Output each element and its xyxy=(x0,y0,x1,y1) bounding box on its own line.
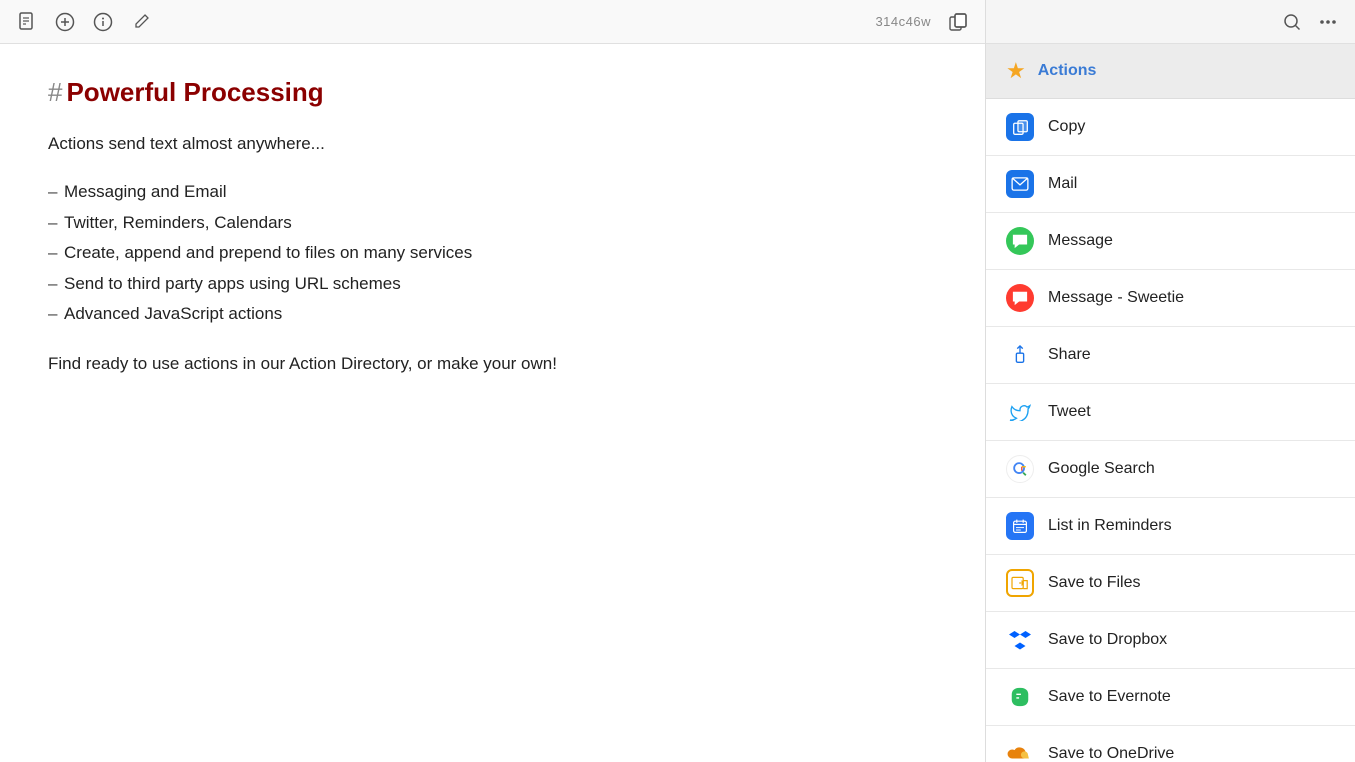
action-label-tweet: Tweet xyxy=(1048,403,1091,421)
action-item-share[interactable]: Share xyxy=(986,327,1355,384)
action-item-list-reminders[interactable]: List in Reminders xyxy=(986,498,1355,555)
action-icon-save-evernote xyxy=(1006,683,1034,711)
action-item-save-onedrive[interactable]: Save to OneDrive xyxy=(986,726,1355,762)
action-icon-save-files xyxy=(1006,569,1034,597)
action-label-message-sweetie: Message - Sweetie xyxy=(1048,289,1184,307)
action-label-copy: Copy xyxy=(1048,118,1085,136)
info-icon[interactable] xyxy=(92,11,114,33)
action-label-mail: Mail xyxy=(1048,175,1077,193)
action-icon-message xyxy=(1006,227,1034,255)
bullet-list: Messaging and EmailTwitter, Reminders, C… xyxy=(48,177,937,330)
editor-area: 314c46w #Powerful Processing Actions sen… xyxy=(0,0,985,762)
word-count: 314c46w xyxy=(875,14,931,29)
search-icon[interactable] xyxy=(1281,11,1303,33)
action-item-message-sweetie[interactable]: Message - Sweetie xyxy=(986,270,1355,327)
action-icon-save-dropbox xyxy=(1006,626,1034,654)
action-items-container: Copy Mail Message Message - Sweetie Shar… xyxy=(986,99,1355,762)
actions-panel: ★ Actions Copy Mail Message Message - Sw… xyxy=(985,0,1355,762)
action-label-message: Message xyxy=(1048,232,1113,250)
pencil-icon[interactable] xyxy=(130,11,152,33)
actions-section-header: ★ Actions xyxy=(986,44,1355,99)
action-item-save-evernote[interactable]: Save to Evernote xyxy=(986,669,1355,726)
action-label-share: Share xyxy=(1048,346,1091,364)
action-item-mail[interactable]: Mail xyxy=(986,156,1355,213)
action-icon-list-reminders xyxy=(1006,512,1034,540)
action-item-google-search[interactable]: Google Search xyxy=(986,441,1355,498)
paragraph-1: Actions send text almost anywhere... xyxy=(48,130,937,157)
list-item: Send to third party apps using URL schem… xyxy=(48,269,937,300)
action-icon-message-sweetie xyxy=(1006,284,1034,312)
action-label-save-onedrive: Save to OneDrive xyxy=(1048,745,1174,762)
list-item: Messaging and Email xyxy=(48,177,937,208)
list-item: Advanced JavaScript actions xyxy=(48,299,937,330)
actions-header-bar xyxy=(986,0,1355,44)
duplicate-icon[interactable] xyxy=(947,11,969,33)
action-item-tweet[interactable]: Tweet xyxy=(986,384,1355,441)
ellipsis-icon[interactable] xyxy=(1317,11,1339,33)
actions-list: ★ Actions Copy Mail Message Message - Sw… xyxy=(986,44,1355,762)
action-item-save-dropbox[interactable]: Save to Dropbox xyxy=(986,612,1355,669)
actions-section-label: Actions xyxy=(1038,62,1097,80)
action-label-save-dropbox: Save to Dropbox xyxy=(1048,631,1167,649)
document-heading: #Powerful Processing xyxy=(48,76,937,110)
action-icon-copy xyxy=(1006,113,1034,141)
editor-content: #Powerful Processing Actions send text a… xyxy=(0,44,985,762)
action-item-message[interactable]: Message xyxy=(986,213,1355,270)
action-item-save-files[interactable]: Save to Files xyxy=(986,555,1355,612)
paragraph-2: Find ready to use actions in our Action … xyxy=(48,350,937,377)
action-label-list-reminders: List in Reminders xyxy=(1048,517,1172,535)
heading-hash: # xyxy=(48,77,62,107)
action-label-save-evernote: Save to Evernote xyxy=(1048,688,1171,706)
action-icon-save-onedrive xyxy=(1006,740,1034,762)
action-item-copy[interactable]: Copy xyxy=(986,99,1355,156)
action-icon-tweet xyxy=(1006,398,1034,426)
action-icon-mail xyxy=(1006,170,1034,198)
action-icon-share xyxy=(1006,341,1034,369)
toolbar: 314c46w xyxy=(0,0,985,44)
star-icon: ★ xyxy=(1006,58,1026,84)
action-label-save-files: Save to Files xyxy=(1048,574,1140,592)
new-document-icon[interactable] xyxy=(16,11,38,33)
action-label-google-search: Google Search xyxy=(1048,460,1155,478)
list-item: Twitter, Reminders, Calendars xyxy=(48,208,937,239)
add-icon[interactable] xyxy=(54,11,76,33)
list-item: Create, append and prepend to files on m… xyxy=(48,238,937,269)
action-icon-google-search xyxy=(1006,455,1034,483)
